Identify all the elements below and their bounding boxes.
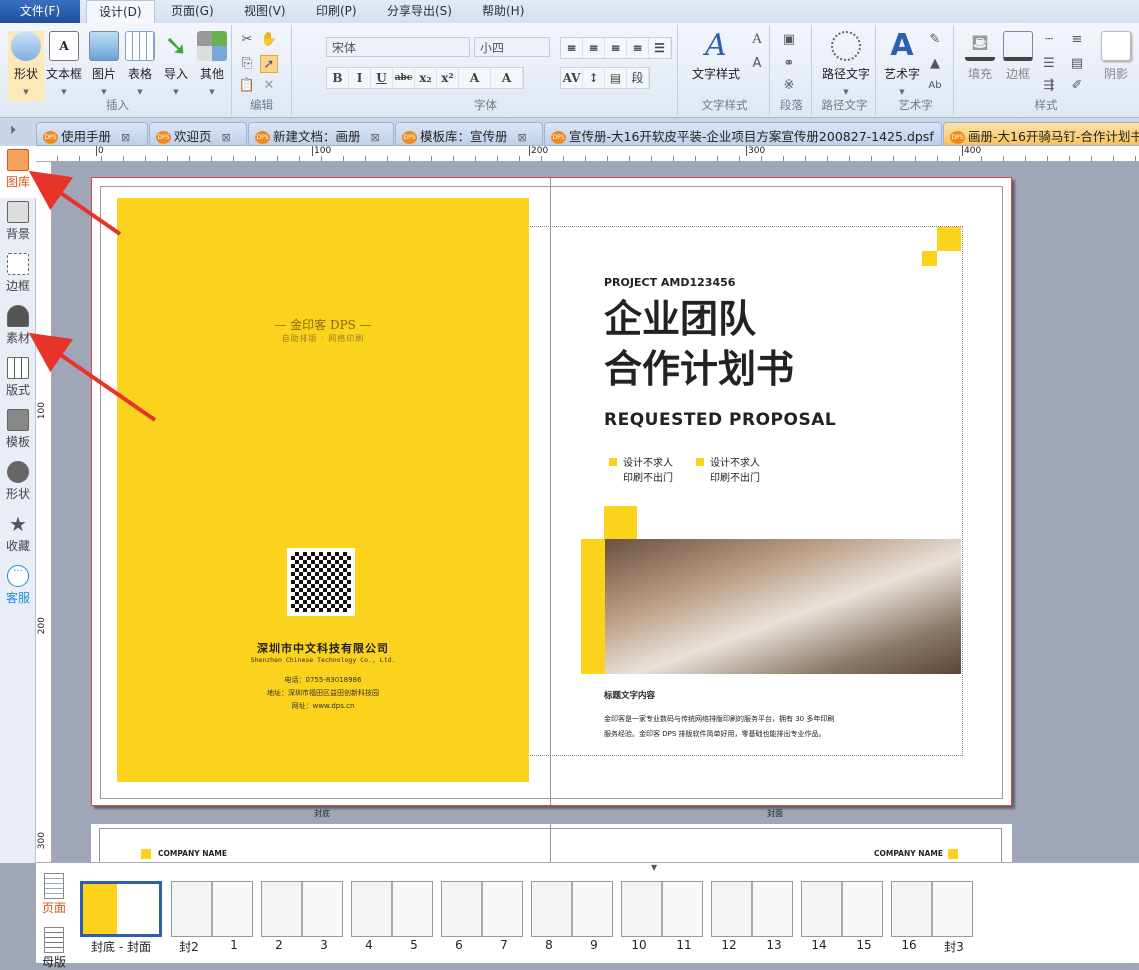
red-arrow: [28, 170, 122, 236]
annotation-arrows: [28, 170, 157, 422]
red-arrow: [28, 332, 157, 422]
